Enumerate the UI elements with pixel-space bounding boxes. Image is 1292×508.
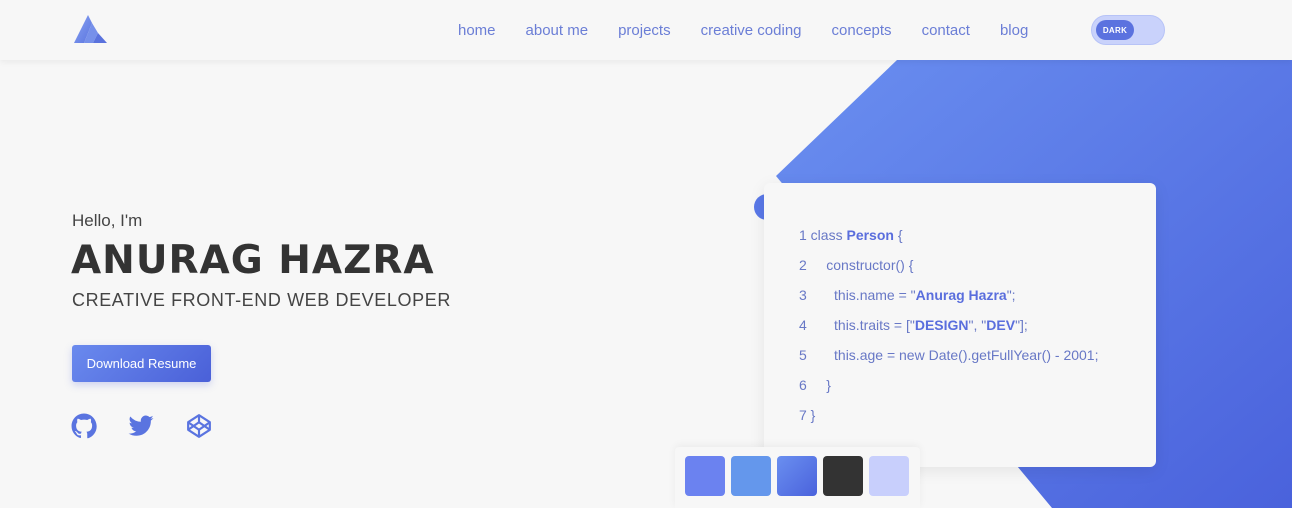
code-line: 3 this.name = "Anurag Hazra"; (799, 287, 1016, 303)
nav-link-contact[interactable]: contact (922, 22, 970, 39)
code-text: this.name = " (806, 287, 916, 303)
nav-link-blog[interactable]: blog (1000, 22, 1028, 39)
theme-toggle-label: DARK (1096, 20, 1134, 40)
download-resume-button[interactable]: Download Resume (72, 345, 211, 382)
code-line: 7 } (799, 407, 815, 423)
code-line: 5 this.age = new Date().getFullYear() - … (799, 347, 1098, 363)
nav-links: home about me projects creative coding conce… (443, 0, 1043, 60)
swatch-dark[interactable] (823, 456, 863, 496)
code-line-number: 5 (799, 347, 807, 363)
code-text: "; (1006, 287, 1016, 303)
code-line-number: 4 (799, 317, 807, 333)
code-text: { (893, 227, 903, 243)
code-line: 6 } (799, 377, 831, 393)
hero-name: ANURAG HAZRA (71, 238, 435, 283)
nav-link-home[interactable]: home (458, 22, 496, 39)
swatch-sky-blue[interactable] (731, 456, 771, 496)
nav-link-concepts[interactable]: concepts (832, 22, 892, 39)
github-icon[interactable] (71, 413, 97, 439)
code-text: constructor() { (806, 257, 914, 273)
code-text: } (806, 377, 831, 393)
code-keyword: DESIGN (914, 317, 969, 333)
hero-greeting: Hello, I'm (72, 211, 143, 230)
code-text: class (806, 227, 847, 243)
codepen-icon[interactable] (186, 413, 212, 439)
nav-link-creative-coding[interactable]: creative coding (701, 22, 802, 39)
code-line-number: 1 (799, 227, 807, 243)
code-keyword: DEV (986, 317, 1016, 333)
code-keyword: Person (846, 227, 894, 243)
code-keyword: Anurag Hazra (915, 287, 1007, 303)
code-line-number: 6 (799, 377, 807, 393)
theme-color-picker (675, 447, 920, 508)
nav-link-projects[interactable]: projects (618, 22, 671, 39)
nav-link-about-me[interactable]: about me (526, 22, 589, 39)
twitter-icon[interactable] (128, 413, 154, 439)
swatch-royal-blue[interactable] (777, 456, 817, 496)
code-line-number: 2 (799, 257, 807, 273)
code-line: 4 this.traits = ["DESIGN", "DEV"]; (799, 317, 1028, 333)
code-line-number: 3 (799, 287, 807, 303)
theme-toggle[interactable]: DARK (1091, 15, 1165, 45)
swatch-lavender[interactable] (869, 456, 909, 496)
swatch-periwinkle[interactable] (685, 456, 725, 496)
hero-role: CREATIVE FRONT-END WEB DEVELOPER (72, 290, 451, 310)
code-line-number: 7 (799, 407, 807, 423)
code-text: this.age = new Date().getFullYear() - 20… (806, 347, 1099, 363)
top-navbar: home about me projects creative coding conce… (0, 0, 1292, 60)
code-text: ", "DEV"]; (968, 317, 1028, 333)
code-line: 2 constructor() { (799, 257, 913, 273)
logo-icon[interactable] (74, 13, 108, 44)
code-snippet-card: 1 class Person {2 constructor() {3 this.… (764, 183, 1156, 467)
code-text: this.traits = [" (806, 317, 915, 333)
code-text: } (806, 407, 816, 423)
code-line: 1 class Person { (799, 227, 903, 243)
